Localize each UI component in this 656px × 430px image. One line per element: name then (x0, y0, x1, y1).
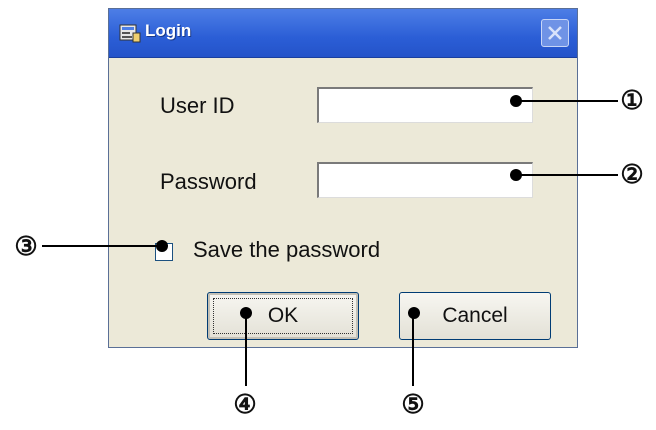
callout-dot (156, 240, 168, 252)
callout-1: ① (620, 85, 644, 115)
callout-dot (510, 169, 522, 181)
callout-2: ② (620, 159, 644, 189)
callout-dot (510, 95, 522, 107)
callout-5: ⑤ (401, 389, 425, 419)
callout-dot (408, 307, 420, 319)
callout-3: ③ (14, 231, 38, 261)
callout-4: ④ (233, 389, 257, 419)
callout-lines (42, 95, 618, 386)
callout-dot (240, 307, 252, 319)
